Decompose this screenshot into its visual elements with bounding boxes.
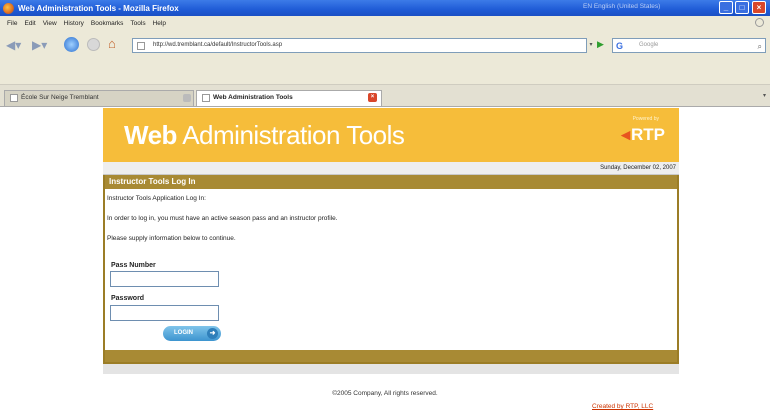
- login-panel-body: Instructor Tools Application Log In: In …: [105, 189, 677, 350]
- search-placeholder: Google: [639, 42, 659, 48]
- window-titlebar: Web Administration Tools - Mozilla Firef…: [0, 0, 770, 16]
- tab-ecole[interactable]: École Sur Neige Tremblant: [4, 90, 194, 106]
- search-icon[interactable]: ⌕: [758, 40, 762, 53]
- rtp-logo-text: RTP: [631, 125, 665, 144]
- home-icon[interactable]: ⌂: [108, 36, 116, 51]
- copyright-text: ©2005 Company, All rights reserved.: [332, 390, 438, 397]
- bookmarks-toolbar: [0, 61, 770, 85]
- rtp-logo: ◂RTP: [621, 125, 665, 145]
- url-dropdown-icon[interactable]: ▾: [585, 38, 597, 53]
- tab-favicon-icon: [202, 94, 210, 102]
- footer-strip: [103, 364, 679, 374]
- menu-bar: File Edit View History Bookmarks Tools H…: [0, 16, 770, 30]
- language-indicator[interactable]: EN English (United States): [583, 3, 660, 10]
- rtp-arrow-icon: ◂: [621, 125, 630, 144]
- login-panel-header: Instructor Tools Log In: [105, 175, 677, 189]
- throbber-icon: [755, 18, 764, 27]
- maximize-button[interactable]: □: [735, 1, 749, 14]
- tab-label: École Sur Neige Tremblant: [21, 94, 99, 101]
- tab-close-icon[interactable]: [183, 94, 191, 102]
- password-input[interactable]: [110, 305, 219, 321]
- menu-file[interactable]: File: [7, 20, 17, 27]
- google-engine-icon[interactable]: G: [616, 40, 623, 53]
- search-input[interactable]: G Google ⌕: [612, 38, 766, 53]
- reload-icon[interactable]: [64, 37, 79, 52]
- powered-by-label: Powered by: [632, 116, 659, 122]
- login-requirement-text: In order to log in, you must have an act…: [107, 215, 338, 222]
- tab-bar: École Sur Neige Tremblant Web Administra…: [0, 85, 770, 107]
- go-icon[interactable]: ▶: [597, 39, 604, 50]
- arrow-right-icon: ➜: [207, 328, 218, 339]
- firefox-icon: [3, 2, 14, 14]
- tab-close-icon[interactable]: ×: [368, 93, 377, 102]
- password-label: Password: [111, 295, 145, 302]
- login-instruction-text: Please supply information below to conti…: [107, 235, 236, 242]
- tab-label: Web Administration Tools: [213, 94, 293, 101]
- menu-help[interactable]: Help: [153, 20, 166, 27]
- site-banner: Web Administration Tools Powered by ◂RTP: [103, 108, 679, 162]
- panel-footer-bar: [105, 350, 677, 362]
- menu-edit[interactable]: Edit: [24, 20, 35, 27]
- menu-bookmarks[interactable]: Bookmarks: [91, 20, 124, 27]
- tab-list-icon[interactable]: ▾: [763, 92, 766, 99]
- created-by-link[interactable]: Created by RTP, LLC: [592, 403, 653, 410]
- banner-title-rest: Administration Tools: [176, 120, 405, 150]
- page-content: Web Administration Tools Powered by ◂RTP…: [0, 108, 770, 415]
- tab-favicon-icon: [10, 94, 18, 102]
- navigation-toolbar: ◀▾ ▶▾ ⌂ http://wd.tremblant.ca/default/I…: [0, 30, 770, 61]
- page-container: Web Administration Tools Powered by ◂RTP…: [103, 108, 679, 374]
- login-button-label: LOGIN: [174, 330, 193, 336]
- login-intro-text: Instructor Tools Application Log In:: [107, 195, 206, 202]
- close-window-button[interactable]: ×: [752, 1, 766, 14]
- menu-tools[interactable]: Tools: [130, 20, 145, 27]
- menu-view[interactable]: View: [43, 20, 57, 27]
- pass-number-input[interactable]: [110, 271, 219, 287]
- address-url: http://wd.tremblant.ca/default/Instructo…: [153, 42, 283, 48]
- address-bar[interactable]: http://wd.tremblant.ca/default/Instructo…: [132, 38, 587, 53]
- banner-title: Web Administration Tools: [124, 120, 405, 151]
- date-display: Sunday, December 02, 2007: [103, 162, 679, 175]
- minimize-button[interactable]: _: [719, 1, 733, 14]
- menu-history[interactable]: History: [64, 20, 84, 27]
- window-title: Web Administration Tools - Mozilla Firef…: [18, 3, 179, 13]
- pass-number-label: Pass Number: [111, 262, 156, 269]
- forward-icon[interactable]: ▶▾: [32, 38, 47, 52]
- page-favicon-icon: [137, 42, 145, 50]
- tab-web-admin[interactable]: Web Administration Tools ×: [196, 90, 382, 106]
- stop-icon[interactable]: [87, 38, 100, 51]
- banner-title-bold: Web: [124, 120, 177, 150]
- login-button[interactable]: LOGIN ➜: [163, 326, 221, 341]
- login-panel: Instructor Tools Log In Instructor Tools…: [103, 175, 679, 364]
- back-icon[interactable]: ◀▾: [6, 38, 21, 52]
